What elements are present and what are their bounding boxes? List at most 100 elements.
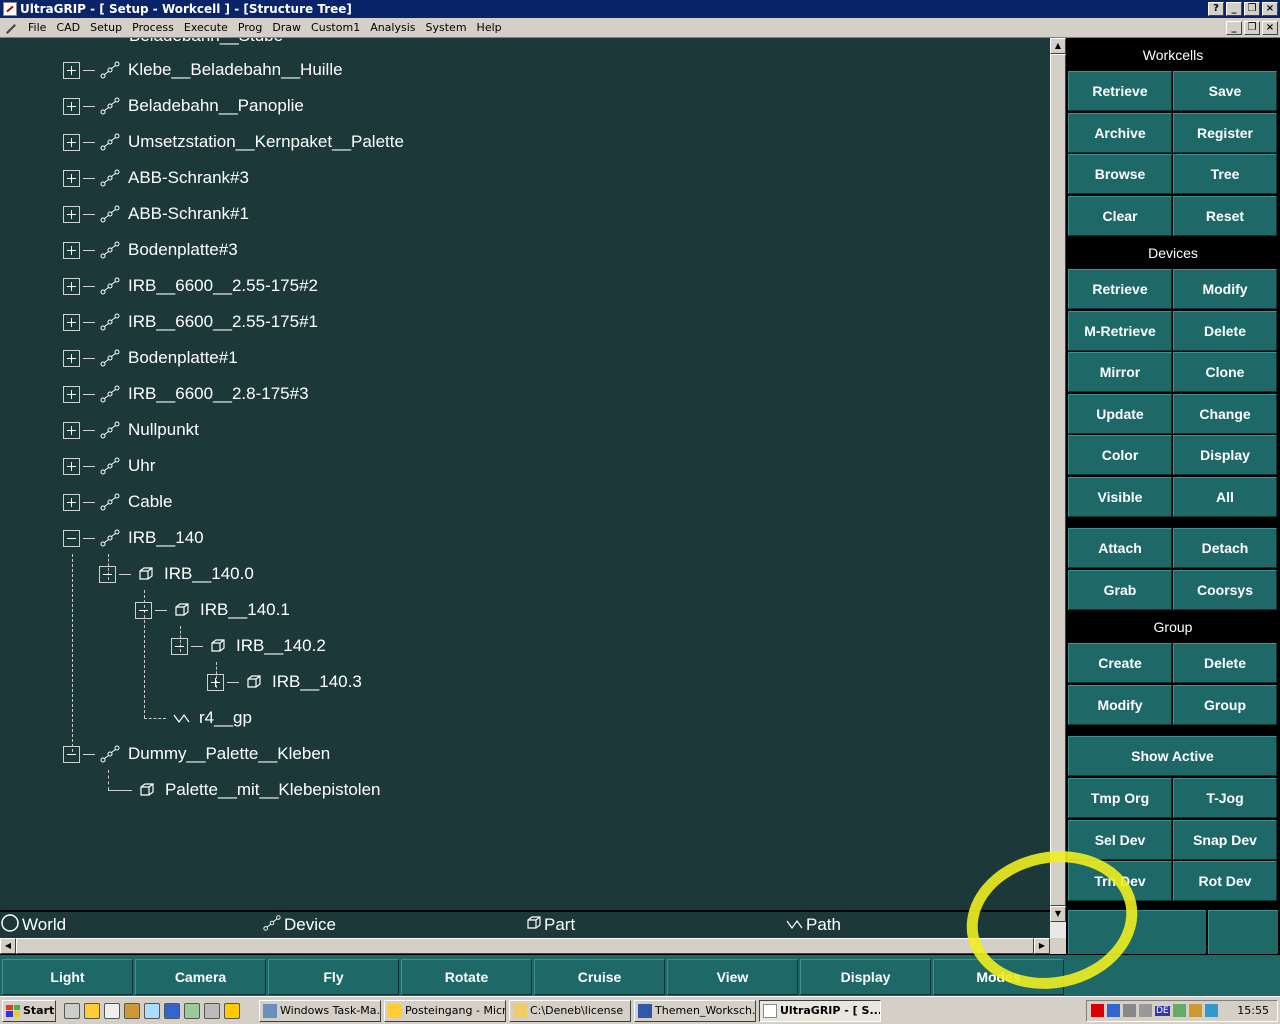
mode-path[interactable]: Path <box>786 915 841 935</box>
tree-node-device[interactable]: IRB__6600__2.55-175#1 <box>63 308 318 336</box>
expand-icon[interactable] <box>63 457 80 475</box>
workcell-save-button[interactable]: Save <box>1173 71 1277 111</box>
scroll-thumb[interactable] <box>1050 54 1066 906</box>
tree-node-device[interactable]: IRB__140 <box>63 524 204 552</box>
group-create-button[interactable]: Create <box>1068 643 1172 683</box>
tree-node-device[interactable]: ABB-Schrank#1 <box>63 200 249 228</box>
device-coorsys-button[interactable]: Coorsys <box>1173 569 1277 610</box>
update-icon[interactable] <box>1204 1004 1218 1017</box>
scroll-thumb[interactable] <box>16 938 1034 954</box>
child-close-icon[interactable]: × <box>1262 20 1278 35</box>
device-color-button[interactable]: Color <box>1068 435 1172 475</box>
media-icon[interactable] <box>184 1002 200 1019</box>
child-minimize-icon[interactable]: _ <box>1226 20 1242 35</box>
toolbar-camera-button[interactable]: Camera <box>135 959 266 995</box>
tree-node-device[interactable]: Umsetzstation__Kernpaket__Palette <box>63 128 404 156</box>
expand-icon[interactable] <box>63 349 80 367</box>
child-restore-icon[interactable]: ❐ <box>1244 20 1260 35</box>
menu-draw[interactable]: Draw <box>267 21 306 34</box>
device-retrieve-button[interactable]: Retrieve <box>1068 269 1172 309</box>
collapse-icon[interactable] <box>63 745 80 763</box>
notepad-icon[interactable] <box>104 1002 120 1019</box>
tree-node-device[interactable]: Klebe__Beladebahn__Huille <box>63 56 343 84</box>
toolbar-light-button[interactable]: Light <box>2 959 133 995</box>
expand-icon[interactable] <box>63 97 80 115</box>
network-icon[interactable] <box>1107 1004 1120 1017</box>
expand-icon[interactable] <box>63 61 80 79</box>
expand-icon[interactable] <box>63 241 80 259</box>
expand-icon[interactable] <box>63 493 80 511</box>
outlook-icon[interactable] <box>84 1002 100 1019</box>
monitor-icon[interactable] <box>1123 1004 1136 1017</box>
restore-icon[interactable]: ❐ <box>1244 2 1260 16</box>
menu-execute[interactable]: Execute <box>179 21 233 34</box>
show-desktop-icon[interactable] <box>64 1002 80 1019</box>
workcell-reset-button[interactable]: Reset <box>1173 195 1277 236</box>
tree-node-part[interactable]: IRB__140.0 <box>99 560 254 588</box>
horizontal-scrollbar[interactable]: ◀ ▶ <box>0 938 1050 954</box>
tree-node-part[interactable]: IRB__140.1 <box>135 596 290 624</box>
expand-icon[interactable] <box>63 169 80 187</box>
tool-tmp-org-button[interactable]: Tmp Org <box>1068 778 1172 818</box>
player-icon[interactable] <box>224 1002 240 1019</box>
workcell-archive-button[interactable]: Archive <box>1068 112 1172 153</box>
device-update-button[interactable]: Update <box>1068 393 1172 434</box>
close-icon[interactable]: × <box>1262 2 1278 16</box>
expand-icon[interactable] <box>207 673 224 691</box>
tool-rot-dev-button[interactable]: Rot Dev <box>1173 861 1277 901</box>
tree-node-device[interactable]: Nullpunkt <box>63 416 199 444</box>
antivirus-icon[interactable] <box>1091 1004 1104 1017</box>
collapse-icon[interactable] <box>135 601 152 619</box>
tree-node-device[interactable]: Beladebahn__Panoplie <box>63 92 304 120</box>
task-outlook[interactable]: Posteingang - Micr... <box>384 999 506 1022</box>
menu-setup[interactable]: Setup <box>85 21 127 34</box>
expand-icon[interactable] <box>63 385 80 403</box>
menu-analysis[interactable]: Analysis <box>365 21 420 34</box>
menu-custom1[interactable]: Custom1 <box>306 21 365 34</box>
device-change-button[interactable]: Change <box>1173 393 1277 434</box>
start-button[interactable]: Start <box>2 999 56 1022</box>
tree-node-partial[interactable]: Beladebahn__Stube <box>129 38 283 50</box>
device-m-retrieve-button[interactable]: M-Retrieve <box>1068 310 1172 351</box>
menu-cad[interactable]: CAD <box>51 21 85 34</box>
expand-icon[interactable] <box>63 205 80 223</box>
menu-process[interactable]: Process <box>127 21 179 34</box>
tree-node-device[interactable]: ABB-Schrank#3 <box>63 164 249 192</box>
mode-world[interactable]: World <box>0 913 66 938</box>
expand-icon[interactable] <box>63 421 80 439</box>
tree-node-device[interactable]: IRB__6600__2.8-175#3 <box>63 380 309 408</box>
language-indicator[interactable]: DE <box>1155 1005 1170 1016</box>
show-active-button[interactable]: Show Active <box>1068 736 1277 776</box>
speaker-icon[interactable] <box>1139 1004 1152 1017</box>
expand-icon[interactable] <box>63 313 80 331</box>
tree-node-device[interactable]: IRB__6600__2.55-175#2 <box>63 272 318 300</box>
tree-node-part[interactable]: IRB__140.2 <box>171 632 326 660</box>
task-ultragrip[interactable]: UltraGRIP - [ S... <box>759 999 881 1022</box>
menu-file[interactable]: File <box>23 21 51 34</box>
tree-node-device[interactable]: Bodenplatte#3 <box>63 236 238 264</box>
mail-icon[interactable] <box>144 1002 160 1019</box>
menu-help[interactable]: Help <box>472 21 507 34</box>
mode-part[interactable]: Part <box>526 915 575 936</box>
workcell-register-button[interactable]: Register <box>1173 112 1277 153</box>
device-clone-button[interactable]: Clone <box>1173 352 1277 392</box>
tool-t-jog-button[interactable]: T-Jog <box>1173 778 1277 818</box>
collapse-icon[interactable] <box>99 565 116 583</box>
device-detach-button[interactable]: Detach <box>1173 528 1277 568</box>
structure-tree[interactable]: Beladebahn__Stube Klebe__Beladebahn__Hui… <box>0 38 1050 910</box>
tree-node-path[interactable]: r4__gp <box>171 704 252 732</box>
explorer-icon[interactable] <box>124 1002 140 1019</box>
app-icon[interactable] <box>3 2 17 16</box>
toolbar-display-button[interactable]: Display <box>800 959 931 995</box>
group-delete-button[interactable]: Delete <box>1173 643 1277 683</box>
expand-icon[interactable] <box>63 133 80 151</box>
workcell-tree-button[interactable]: Tree <box>1173 154 1277 194</box>
scroll-left-icon[interactable]: ◀ <box>0 938 16 954</box>
toolbar-view-button[interactable]: View <box>667 959 798 995</box>
device-display-button[interactable]: Display <box>1173 435 1277 475</box>
display-icon[interactable] <box>1172 1004 1186 1017</box>
group-modify-button[interactable]: Modify <box>1068 684 1172 725</box>
tree-node-device[interactable]: Cable <box>63 488 172 516</box>
browser-icon[interactable] <box>164 1002 180 1019</box>
group-group-button[interactable]: Group <box>1173 684 1277 725</box>
